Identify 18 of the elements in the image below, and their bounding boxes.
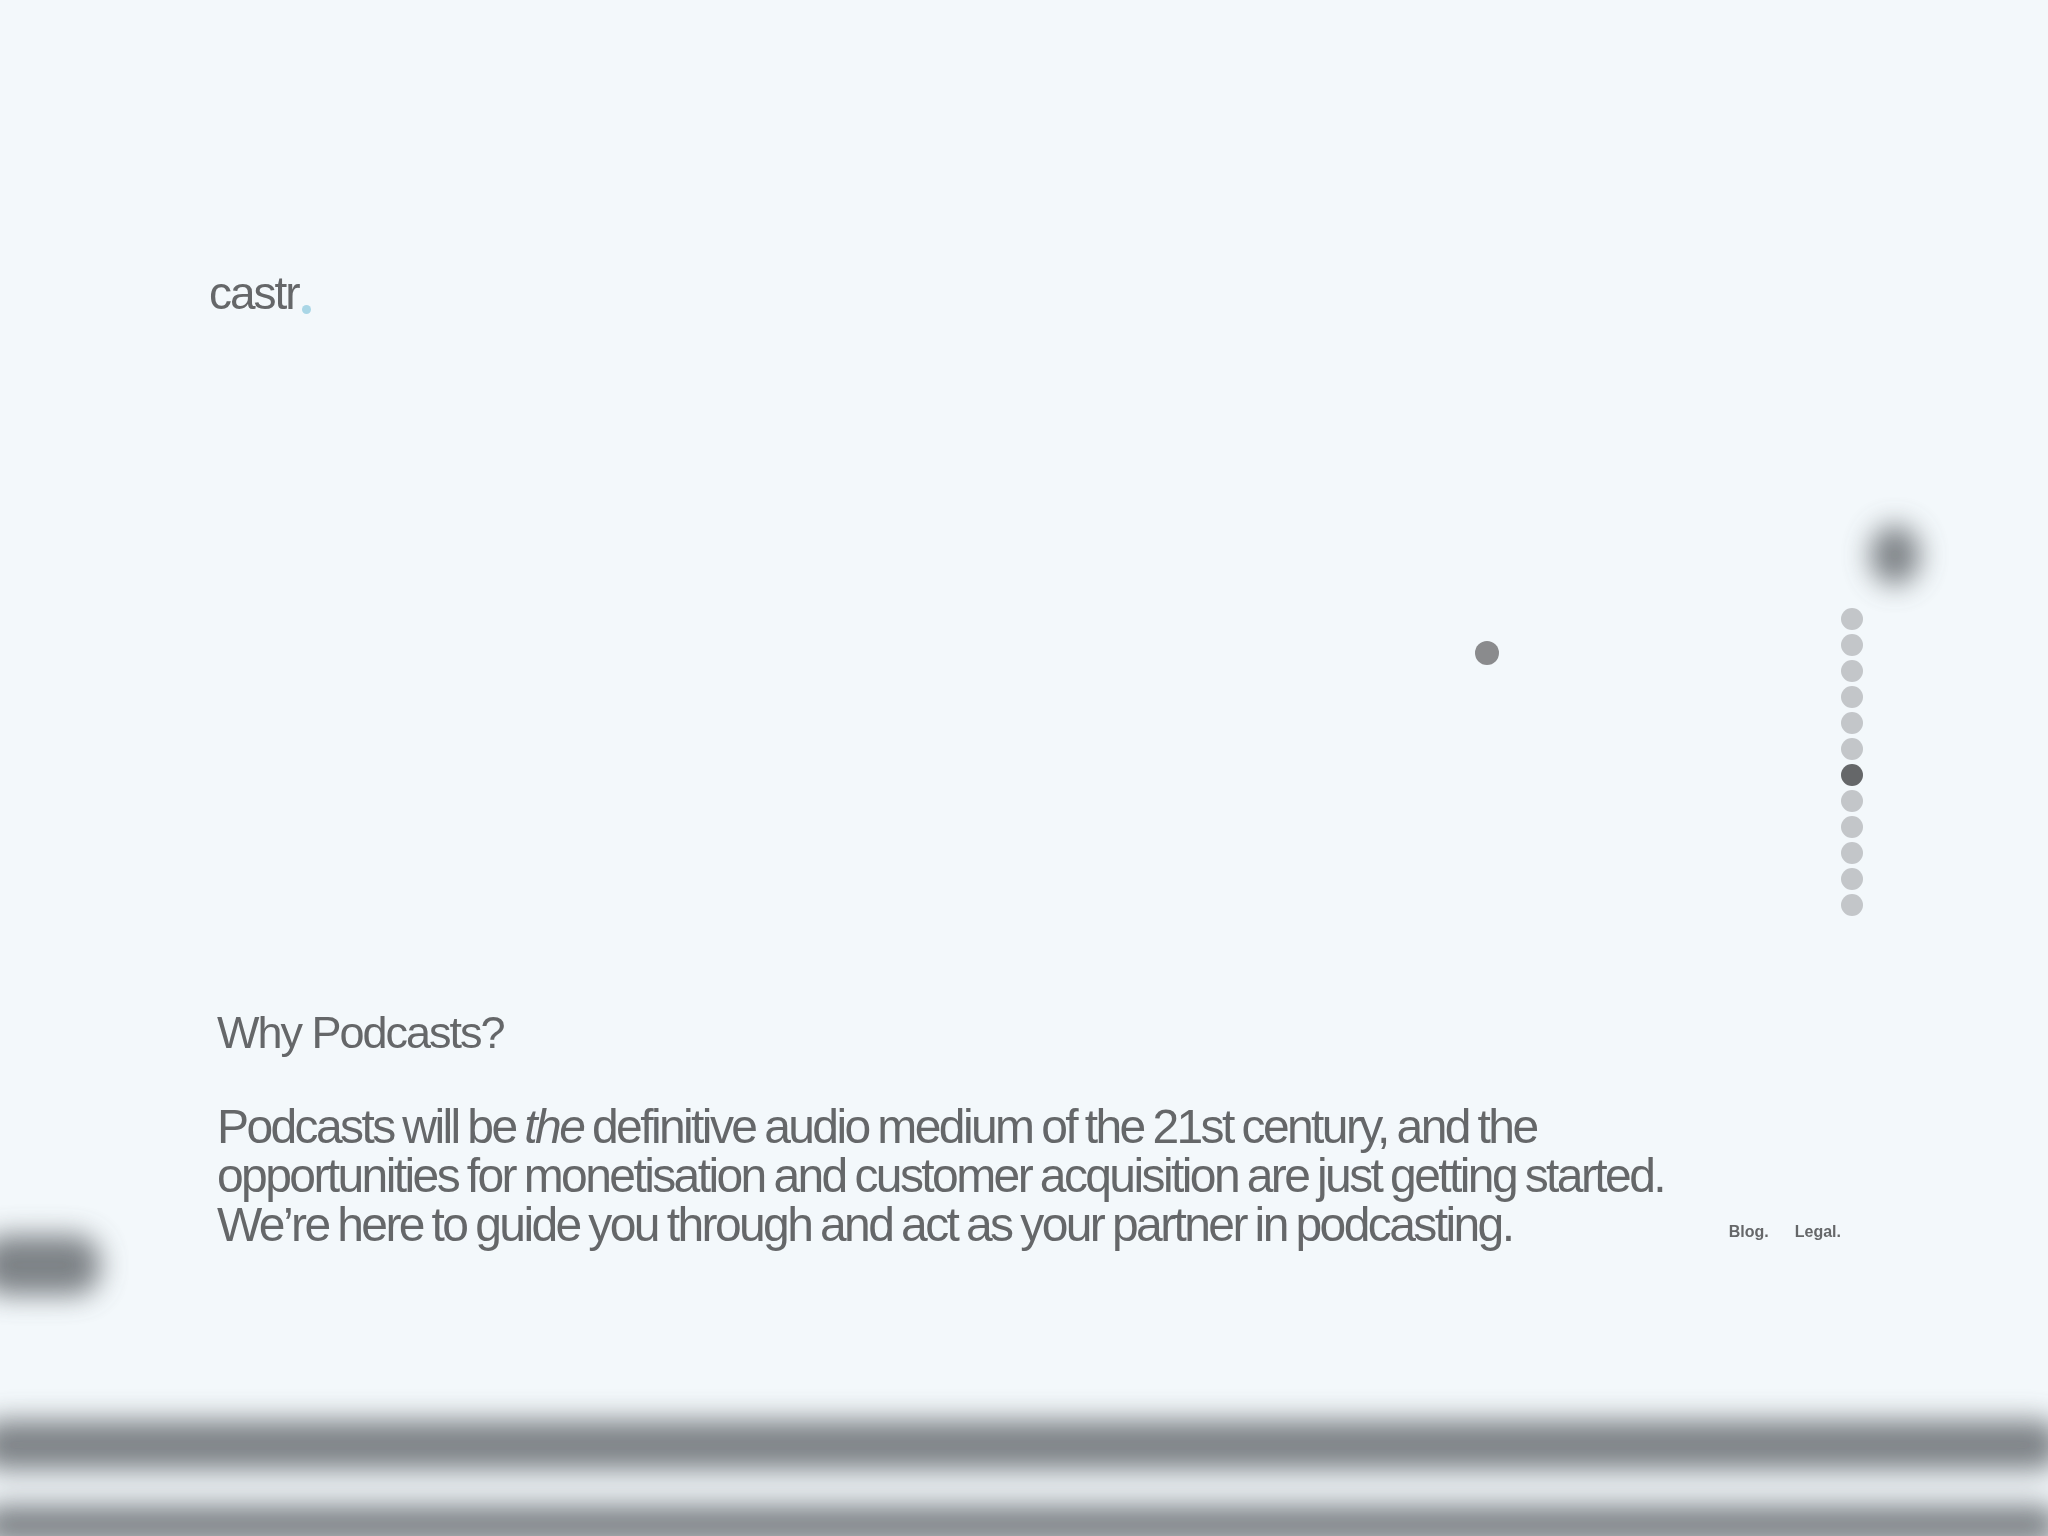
slide-nav-dot[interactable] — [1841, 660, 1863, 682]
slide-nav-dot[interactable] — [1841, 764, 1863, 786]
footer-link[interactable]: Blog. — [1728, 1222, 1769, 1241]
slide-nav-dot[interactable] — [1841, 738, 1863, 760]
slide-nav-dot[interactable] — [1841, 712, 1863, 734]
slide-nav-dot[interactable] — [1841, 842, 1863, 864]
slide-nav-dot[interactable] — [1841, 816, 1863, 838]
section-heading: Why Podcasts? — [217, 1008, 505, 1058]
slide-nav-dot[interactable] — [1841, 894, 1863, 916]
slide-nav-dot[interactable] — [1841, 634, 1863, 656]
slide-nav-dot[interactable] — [1841, 686, 1863, 708]
logo[interactable]: castr — [209, 270, 1863, 316]
slide-nav-dot[interactable] — [1841, 790, 1863, 812]
slide-nav-dot[interactable] — [1841, 608, 1863, 630]
section-paragraph: Podcasts will be the definitive audio medium of the 21st century, and the opportunities for monetisation and customer acquisition are just getting started. We’re here to guide you through and act as your partner in podcasting. — [217, 1101, 1665, 1249]
footer-link[interactable]: Legal. — [1794, 1222, 1841, 1241]
slide-nav-dot[interactable] — [1841, 868, 1863, 890]
cursor-dot-icon — [1475, 641, 1499, 665]
